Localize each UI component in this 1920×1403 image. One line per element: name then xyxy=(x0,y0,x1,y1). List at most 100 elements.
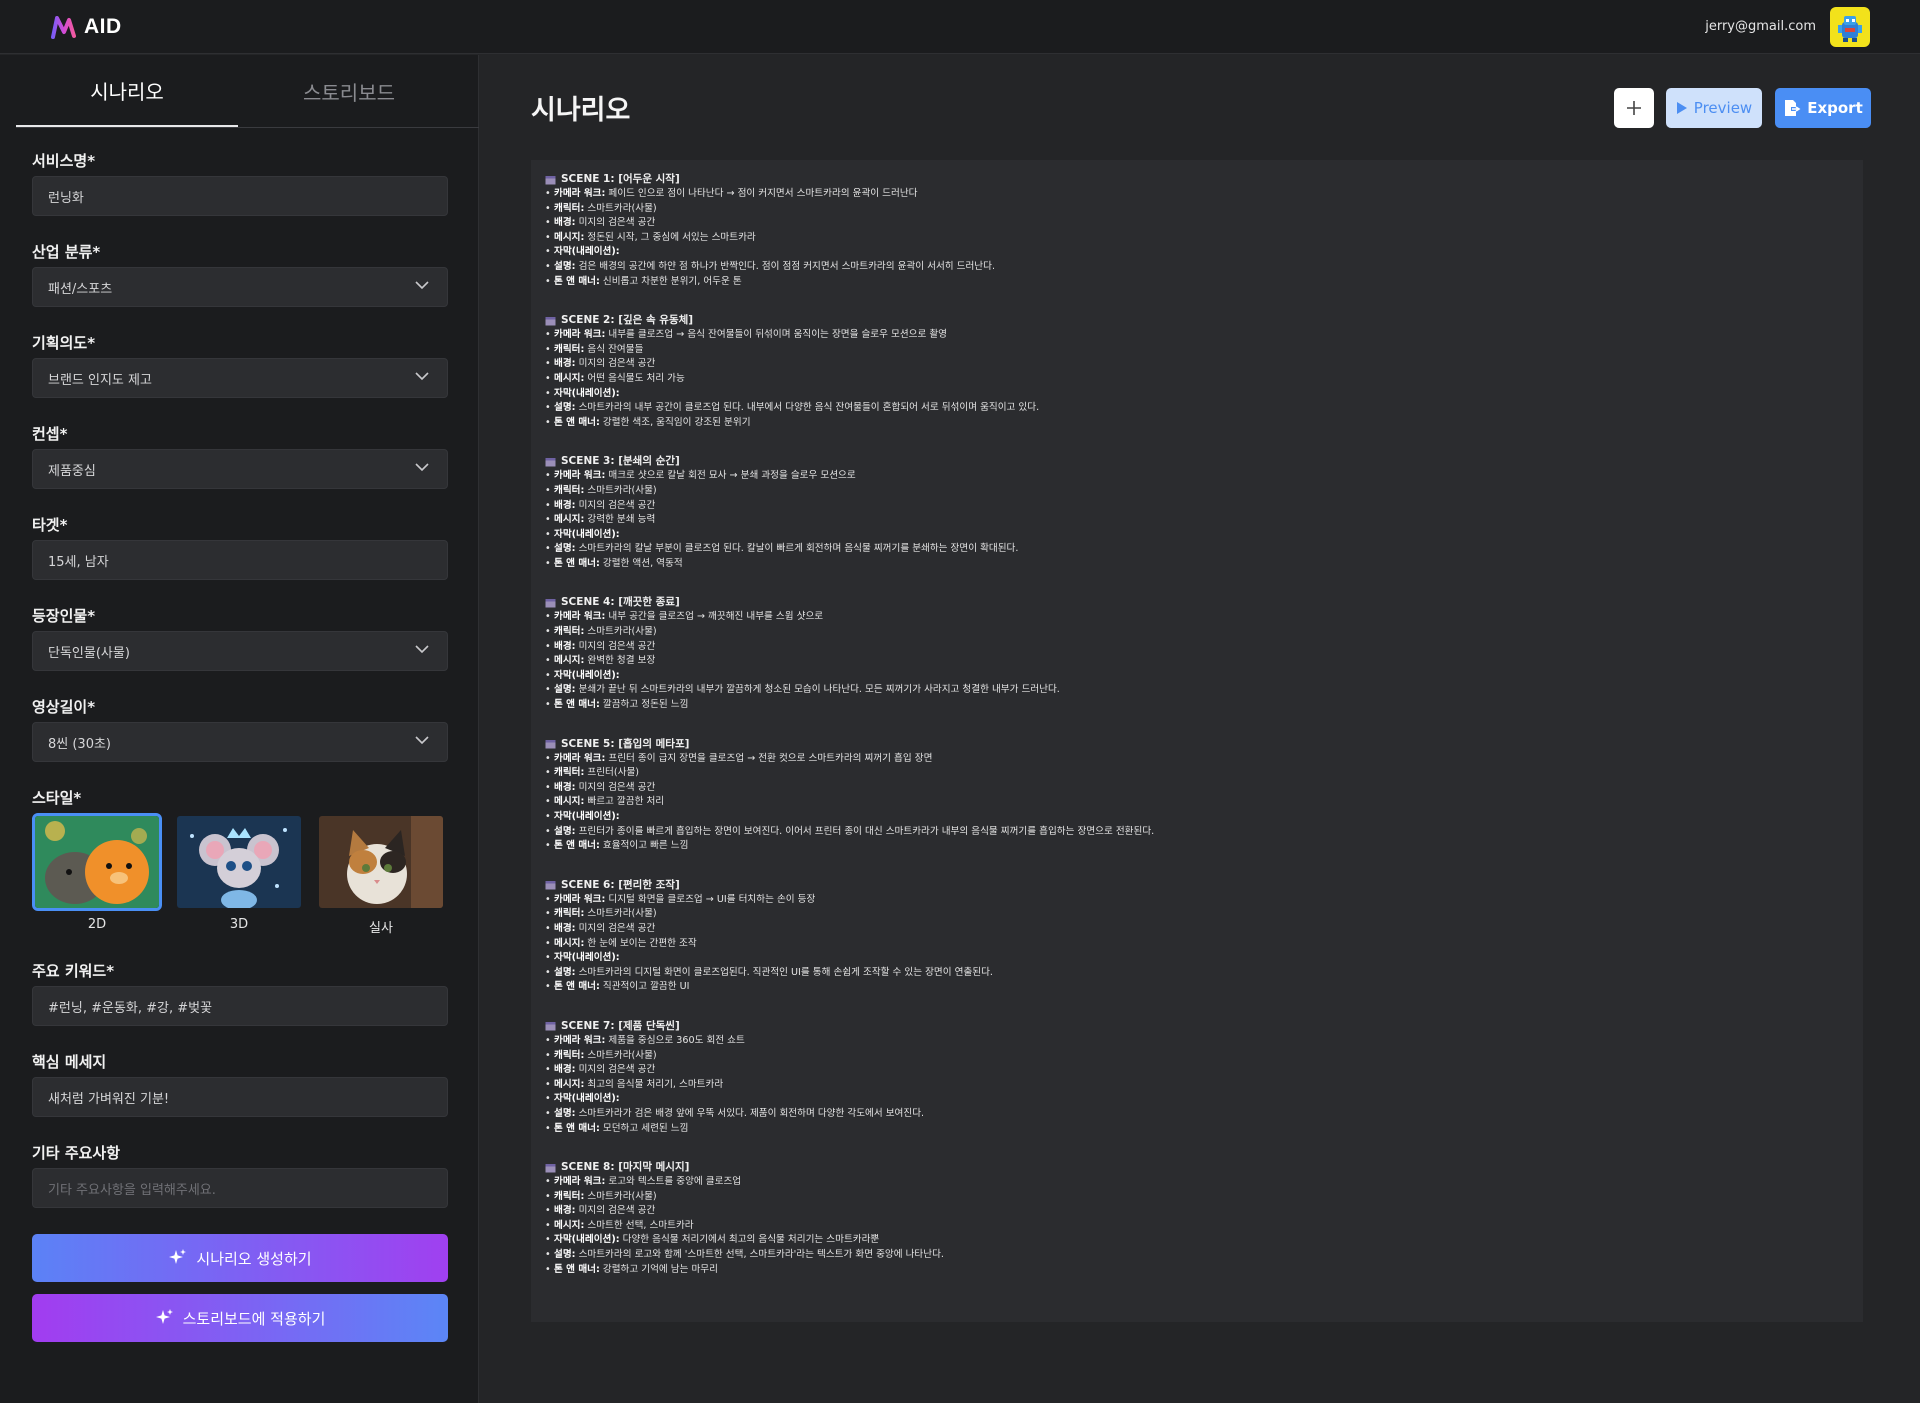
scene-detail-label: 카메라 워크: xyxy=(554,1176,606,1188)
concept-selected-value: 제품중심 xyxy=(48,463,96,479)
field-intent: 기획의도* 브랜드 인지도 제고 xyxy=(32,332,448,423)
intent-select[interactable]: 브랜드 인지도 제고 xyxy=(32,358,448,398)
scene-title-text: SCENE 2: [깊은 속 유동체] xyxy=(561,314,694,327)
scene-detail-value: 스마트카라(사물) xyxy=(587,626,657,638)
add-button[interactable] xyxy=(1614,88,1654,128)
scene-detail-value: 스마트카라의 칼날 부분이 클로즈업 된다. 칼날이 빠르게 회전하며 음식물 … xyxy=(578,543,1019,555)
message-input[interactable]: 새처럼 가벼워진 기분! xyxy=(32,1077,448,1117)
scene-detail-message: 메시지: 빠르고 깔끔한 처리 xyxy=(545,795,1849,810)
scene-detail-label: 메시지: xyxy=(554,796,585,808)
scene-details: 카메라 워크: 내부를 클로즈업 → 음식 잔여물들이 뒤섞이며 움직이는 장면… xyxy=(545,328,1849,430)
style-label: 스타일* xyxy=(32,789,82,807)
scene-title: SCENE 5: [흡입의 메타포] xyxy=(545,737,1849,752)
etc-label: 기타 주요사항 xyxy=(32,1144,121,1162)
scene-detail-value: 스마트카라(사물) xyxy=(587,1049,657,1061)
scene-title-text: SCENE 4: [깨끗한 종료] xyxy=(561,596,680,609)
scene-detail-value: 미지의 검은색 공간 xyxy=(578,1064,656,1076)
generate-scenario-button[interactable]: 시나리오 생성하기 xyxy=(32,1234,448,1282)
scene-detail-background: 배경: 미지의 검은색 공간 xyxy=(545,216,1849,231)
scene-block: SCENE 7: [제품 단독씬] 카메라 워크: 제품을 중심으로 360도 회… xyxy=(545,1019,1849,1136)
scene-detail-tone: 톤 앤 매너: 강렬한 색조, 움직임이 강조된 분위기 xyxy=(545,416,1849,431)
keywords-input[interactable]: #런닝, #운동화, #강, #벚꽃 xyxy=(32,986,448,1026)
service-name-label: 서비스명* xyxy=(32,152,96,170)
export-button[interactable]: Export xyxy=(1775,88,1871,128)
tab-scenario[interactable]: 시나리오 xyxy=(16,55,238,127)
style-option-2d[interactable]: 2D xyxy=(32,813,162,936)
field-target: 타겟* 15세, 남자 xyxy=(32,514,448,605)
scene-detail-label: 카메라 워크: xyxy=(554,188,606,199)
avatar[interactable] xyxy=(1830,6,1870,47)
scene-detail-camera: 카메라 워크: 제품을 중심으로 360도 회전 쇼트 xyxy=(545,1034,1849,1049)
sidebar: 시나리오 스토리보드 서비스명* 런닝화 산업 분류* 패션/스포츠 기획의도*… xyxy=(0,55,479,1403)
scene-detail-label: 자막(내레이션): xyxy=(554,952,620,964)
scene-detail-label: 톤 앤 매너: xyxy=(554,840,600,852)
scene-detail-camera: 카메라 워크: 디지털 화면을 클로즈업 → UI를 터치하는 손이 등장 xyxy=(545,893,1849,908)
field-characters: 등장인물* 단독인물(사물) xyxy=(32,605,448,696)
scene-detail-message: 메시지: 정돈된 시작, 그 중심에 서있는 스마트카라 xyxy=(545,231,1849,246)
scene-block: SCENE 1: [어두운 시작] 카메라 워크: 페이드 인으로 점이 나타난다… xyxy=(545,172,1849,289)
scene-detail-value: 프린터(사물) xyxy=(587,767,640,779)
user-email[interactable]: jerry@gmail.com xyxy=(1705,19,1816,34)
scene-detail-value: 강렬한 액션, 역동적 xyxy=(602,557,683,569)
scene-detail-label: 캐릭터: xyxy=(554,1049,585,1061)
scene-detail-camera: 카메라 워크: 내부를 클로즈업 → 음식 잔여물들이 뒤섞이며 움직이는 장면… xyxy=(545,328,1849,343)
scene-detail-value: 프린터 종이 급지 장면을 클로즈업 → 전환 컷으로 스마트카라의 찌꺼기 흡… xyxy=(608,752,933,764)
scene-detail-value: 스마트카라(사물) xyxy=(587,1190,657,1202)
preview-button[interactable]: Preview xyxy=(1666,88,1762,128)
scene-detail-label: 설명: xyxy=(554,966,576,978)
scene-detail-value: 빠르고 깔끔한 처리 xyxy=(587,796,665,808)
scene-detail-character: 캐릭터: 프린터(사물) xyxy=(545,766,1849,781)
scene-detail-background: 배경: 미지의 검은색 공간 xyxy=(545,357,1849,372)
characters-selected-value: 단독인물(사물) xyxy=(48,645,130,661)
scene-detail-label: 톤 앤 매너: xyxy=(554,275,600,287)
tab-storyboard[interactable]: 스토리보드 xyxy=(238,55,460,127)
field-style: 스타일* 2D 3D 실사 xyxy=(32,787,448,960)
industry-select[interactable]: 패션/스포츠 xyxy=(32,267,448,307)
scene-detail-label: 메시지: xyxy=(554,1219,585,1231)
field-concept: 컨셉* 제품중심 xyxy=(32,423,448,514)
field-message: 핵심 메세지 새처럼 가벼워진 기분! xyxy=(32,1051,448,1142)
scene-detail-value: 페이드 인으로 점이 나타난다 → 점이 커지면서 스마트카라의 윤곽이 드러난… xyxy=(608,188,918,199)
scene-detail-label: 캐릭터: xyxy=(554,767,585,779)
scene-title-text: SCENE 5: [흡입의 메타포] xyxy=(561,737,690,750)
clapperboard-icon xyxy=(545,316,556,326)
scene-detail-tone: 톤 앤 매너: 모던하고 세련된 느낌 xyxy=(545,1122,1849,1137)
scene-detail-message: 메시지: 최고의 음식물 처리기, 스마트카라 xyxy=(545,1078,1849,1093)
scene-detail-description: 설명: 스마트카라의 칼날 부분이 클로즈업 된다. 칼날이 빠르게 회전하며 … xyxy=(545,542,1849,557)
scene-detail-label: 캐릭터: xyxy=(554,626,585,638)
scene-title: SCENE 6: [편리한 조작] xyxy=(545,878,1849,893)
scene-title: SCENE 4: [깨끗한 종료] xyxy=(545,595,1849,610)
app-logo[interactable]: AID xyxy=(50,14,122,40)
scene-details: 카메라 워크: 내부 공간을 클로즈업 → 깨끗해진 내부를 스윕 샷으로캐릭터… xyxy=(545,610,1849,712)
field-industry: 산업 분류* 패션/스포츠 xyxy=(32,241,448,332)
scene-detail-background: 배경: 미지의 검은색 공간 xyxy=(545,1063,1849,1078)
scene-detail-value: 음식 잔여물들 xyxy=(587,343,644,355)
sidebar-tabs: 시나리오 스토리보드 xyxy=(16,55,479,128)
length-select[interactable]: 8씬 (30초) xyxy=(32,722,448,762)
style-option-3d[interactable]: 3D xyxy=(174,813,304,936)
service-name-input[interactable]: 런닝화 xyxy=(32,176,448,216)
chevron-down-icon xyxy=(415,281,429,290)
etc-input[interactable]: 기타 주요사항을 입력해주세요. xyxy=(32,1168,448,1208)
scene-detail-label: 메시지: xyxy=(554,1078,585,1090)
clapperboard-icon xyxy=(545,457,556,467)
scene-title-text: SCENE 7: [제품 단독씬] xyxy=(561,1019,680,1032)
concept-select[interactable]: 제품중심 xyxy=(32,449,448,489)
preview-label: Preview xyxy=(1693,99,1753,117)
scene-detail-value: 로고와 텍스트를 중앙에 클로즈업 xyxy=(608,1176,742,1188)
apply-storyboard-button[interactable]: 스토리보드에 적용하기 xyxy=(32,1294,448,1342)
style-thumb-2d xyxy=(32,813,162,911)
chevron-down-icon xyxy=(415,736,429,745)
style-option-real[interactable]: 실사 xyxy=(316,813,446,936)
clapperboard-icon xyxy=(545,740,556,749)
scene-detail-value: 미지의 검은색 공간 xyxy=(578,922,656,934)
target-input[interactable]: 15세, 남자 xyxy=(32,540,448,580)
scene-detail-label: 자막(내레이션): xyxy=(554,528,620,540)
characters-select[interactable]: 단독인물(사물) xyxy=(32,631,448,671)
scene-detail-label: 설명: xyxy=(554,260,576,272)
scene-detail-camera: 카메라 워크: 페이드 인으로 점이 나타난다 → 점이 커지면서 스마트카라의… xyxy=(545,187,1849,202)
scene-detail-description: 설명: 스마트카라가 검은 배경 앞에 우뚝 서있다. 제품이 회전하며 다양한… xyxy=(545,1107,1849,1122)
scene-detail-value: 스마트카라(사물) xyxy=(587,202,657,214)
scene-detail-value: 스마트카라의 디지털 화면이 클로즈업된다. 직관적인 UI를 통해 손쉽게 조… xyxy=(578,966,993,978)
scene-detail-label: 설명: xyxy=(554,1249,576,1261)
